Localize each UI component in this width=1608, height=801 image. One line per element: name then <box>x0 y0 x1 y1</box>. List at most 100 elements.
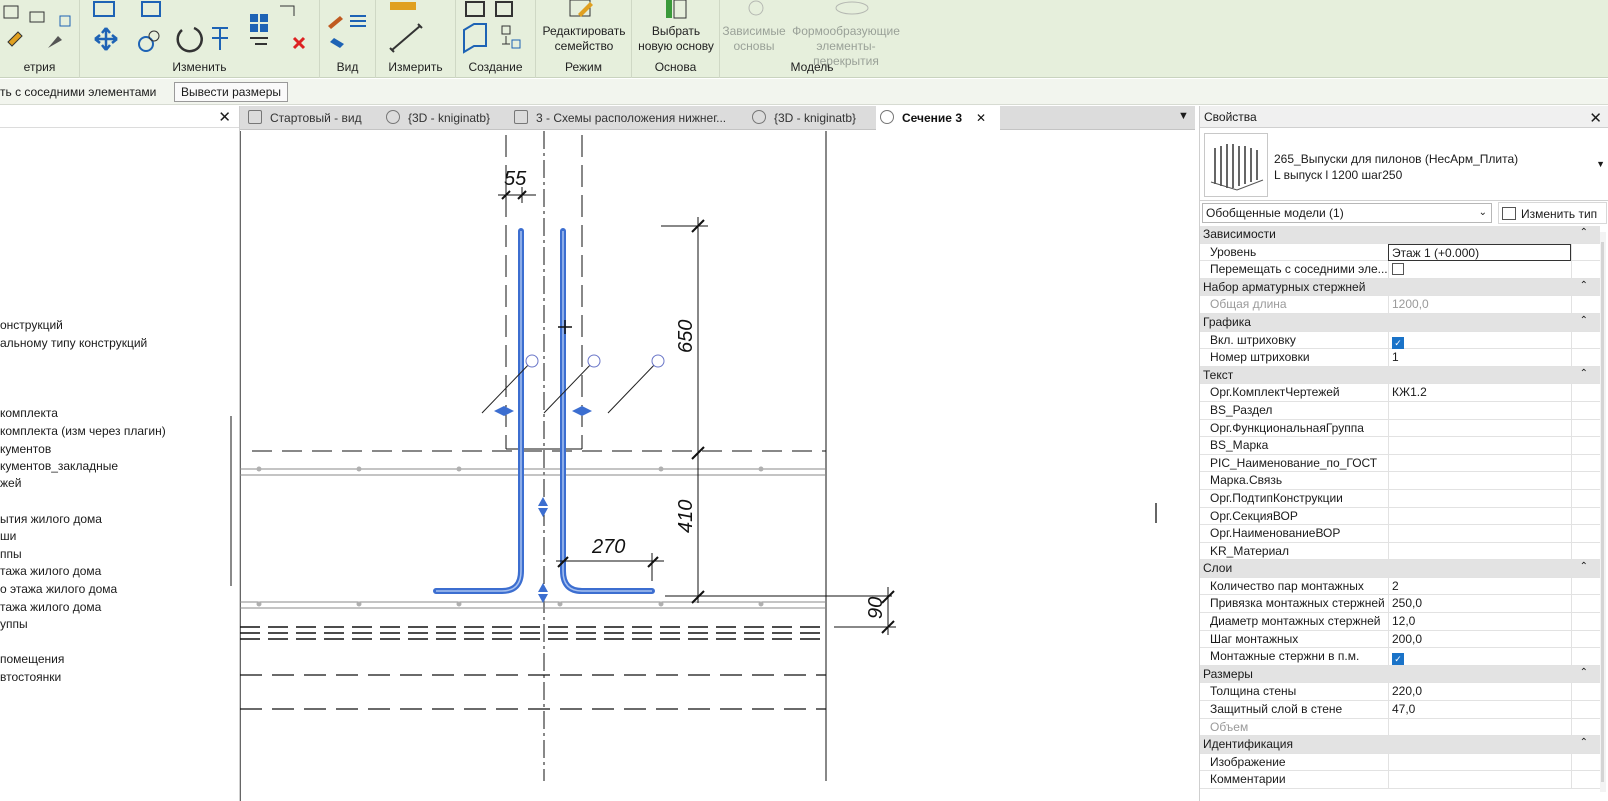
type-selector[interactable]: 265_Выпуски для пилонов (НесАрм_Плита) L… <box>1200 129 1608 201</box>
browser-item[interactable]: кументов_закладные <box>0 459 118 473</box>
collapse-icon[interactable]: ⌃ <box>1580 667 1588 678</box>
property-row[interactable]: Количество пар монтажных 2 <box>1200 577 1600 596</box>
property-row[interactable]: Перемещать с соседними эле... <box>1200 261 1600 279</box>
geometry-tools-icon[interactable] <box>0 0 80 56</box>
edit-type-button[interactable]: Изменить тип <box>1498 202 1607 224</box>
property-row[interactable]: Защитный слой в стене 47,0 <box>1200 701 1600 719</box>
browser-item[interactable]: комплекта <box>0 406 58 420</box>
browser-item[interactable]: ппы <box>0 547 22 561</box>
close-icon[interactable]: ✕ <box>1589 108 1602 130</box>
close-icon[interactable]: ✕ <box>218 108 231 126</box>
collapse-icon[interactable]: ⌃ <box>1580 315 1588 326</box>
view-tools-icon[interactable] <box>320 0 376 58</box>
property-value[interactable]: ✓ <box>1388 331 1571 349</box>
measure-tools-icon[interactable] <box>376 0 456 58</box>
collapse-icon[interactable]: ⌃ <box>1580 227 1588 238</box>
property-value[interactable] <box>1388 718 1571 736</box>
drawing-canvas[interactable]: 55 650 410 270 90 <box>240 131 1195 801</box>
property-row[interactable]: Диаметр монтажных стержней 12,0 <box>1200 613 1600 631</box>
property-value[interactable]: Этаж 1 (+0.000) <box>1388 243 1571 261</box>
property-category[interactable]: Набор арматурных стержней ⌃ <box>1200 278 1600 297</box>
property-value[interactable] <box>1388 454 1571 472</box>
property-value[interactable] <box>1388 489 1571 507</box>
browser-item[interactable]: тажа жилого дома <box>0 564 101 578</box>
tab-plan-view[interactable]: 3 - Схемы расположения нижнег... <box>510 106 746 130</box>
property-value[interactable]: 200,0 <box>1388 630 1571 648</box>
browser-item[interactable]: ши <box>0 529 16 543</box>
dimension-vertical[interactable] <box>661 217 892 604</box>
collapse-icon[interactable]: ⌃ <box>1580 368 1588 379</box>
property-value[interactable] <box>1388 401 1571 419</box>
property-category[interactable]: Текст ⌃ <box>1200 366 1600 385</box>
property-row[interactable]: Изображение <box>1200 753 1600 772</box>
property-row[interactable]: Объем <box>1200 718 1600 737</box>
property-row[interactable]: Комментарии <box>1200 771 1600 789</box>
checkbox[interactable]: ✓ <box>1392 653 1404 666</box>
show-dimensions-button[interactable]: Вывести размеры <box>174 82 289 102</box>
browser-item[interactable]: кументов <box>0 442 51 456</box>
property-row[interactable]: Орг.КомплектЧертежей КЖ1.2 <box>1200 384 1600 402</box>
browser-item[interactable]: втостоянки <box>0 670 61 684</box>
property-value[interactable] <box>1388 437 1571 455</box>
browser-item[interactable]: онструкций <box>0 318 63 332</box>
property-row[interactable]: PIC_Наименование_по_ГОСТ <box>1200 454 1600 473</box>
collapse-icon[interactable]: ⌃ <box>1580 280 1588 291</box>
chevron-down-icon[interactable]: ▼ <box>1596 159 1605 169</box>
tab-menu-icon[interactable]: ▼ <box>1178 110 1189 122</box>
property-row[interactable]: Орг.СекцияВОР <box>1200 507 1600 526</box>
property-value[interactable]: 220,0 <box>1388 683 1571 701</box>
browser-item[interactable]: комплекта (изм через плагин) <box>0 424 166 438</box>
property-row[interactable]: BS_Раздел <box>1200 401 1600 420</box>
property-row[interactable]: Общая длина 1200,0 <box>1200 296 1600 314</box>
tab-3d-view[interactable]: {3D - kniginatb} <box>382 106 508 130</box>
property-row[interactable]: Толщина стены 220,0 <box>1200 683 1600 702</box>
browser-item[interactable]: ытия жилого дома <box>0 512 102 526</box>
dependent-hosts-button[interactable]: Зависимые основы <box>720 24 788 54</box>
property-value[interactable]: КЖ1.2 <box>1388 384 1571 402</box>
tab-start-view[interactable]: Стартовый - вид <box>244 106 380 130</box>
property-category[interactable]: Слои ⌃ <box>1200 560 1600 578</box>
checkbox[interactable]: ✓ <box>1392 336 1404 349</box>
property-value[interactable] <box>1388 419 1571 437</box>
property-row[interactable]: Шаг монтажных 200,0 <box>1200 630 1600 649</box>
property-category[interactable]: Графика ⌃ <box>1200 313 1600 332</box>
edit-family-button[interactable]: Редактировать семейство <box>536 24 632 54</box>
property-value[interactable] <box>1388 542 1571 560</box>
property-row[interactable]: Орг.ПодтипКонструкции <box>1200 489 1600 508</box>
close-icon[interactable]: ✕ <box>976 111 986 125</box>
browser-item[interactable]: помещения <box>0 652 64 666</box>
create-tools-icon[interactable] <box>456 0 536 58</box>
property-row[interactable]: Номер штриховки 1 <box>1200 349 1600 367</box>
property-value[interactable]: 47,0 <box>1388 701 1571 719</box>
browser-item[interactable]: о этажа жилого дома <box>0 582 117 596</box>
modify-tools-icon[interactable] <box>80 0 320 58</box>
property-category[interactable]: Идентификация ⌃ <box>1200 736 1600 754</box>
browser-item[interactable]: тажа жилого дома <box>0 600 101 614</box>
property-value[interactable] <box>1388 753 1571 771</box>
browser-scrollbar[interactable] <box>230 416 232 586</box>
tab-section-3[interactable]: Сечение 3 ✕ <box>876 106 1000 130</box>
property-value[interactable]: ✓ <box>1388 648 1571 666</box>
property-category[interactable]: Зависимости ⌃ <box>1200 226 1600 244</box>
properties-scrollbar[interactable] <box>1600 232 1606 792</box>
property-row[interactable]: Уровень Этаж 1 (+0.000) <box>1200 243 1600 262</box>
property-row[interactable]: Привязка монтажных стержней 250,0 <box>1200 595 1600 614</box>
property-row[interactable]: Орг.ФункциональнаяГруппа <box>1200 419 1600 438</box>
property-value[interactable]: 1 <box>1388 349 1571 367</box>
section-drawing[interactable]: 55 650 410 270 90 <box>240 131 1195 801</box>
collapse-icon[interactable]: ⌃ <box>1580 561 1588 572</box>
property-value[interactable]: 2 <box>1388 577 1571 595</box>
element-filter-select[interactable]: Обобщенные модели (1) ⌄ <box>1202 203 1492 223</box>
tab-3d-view[interactable]: {3D - kniginatb} <box>748 106 874 130</box>
canvas-scrollbar[interactable] <box>1155 503 1157 523</box>
collapse-icon[interactable]: ⌃ <box>1580 737 1588 748</box>
pick-host-button[interactable]: Выбрать новую основу <box>632 24 720 54</box>
property-row[interactable]: KR_Материал <box>1200 542 1600 561</box>
property-row[interactable]: BS_Марка <box>1200 437 1600 455</box>
property-category[interactable]: Размеры ⌃ <box>1200 665 1600 684</box>
browser-item[interactable]: жей <box>0 476 21 490</box>
property-value[interactable] <box>1388 261 1571 279</box>
property-row[interactable]: Вкл. штриховку ✓ <box>1200 331 1600 350</box>
checkbox[interactable] <box>1392 263 1404 276</box>
property-value[interactable] <box>1388 525 1571 543</box>
